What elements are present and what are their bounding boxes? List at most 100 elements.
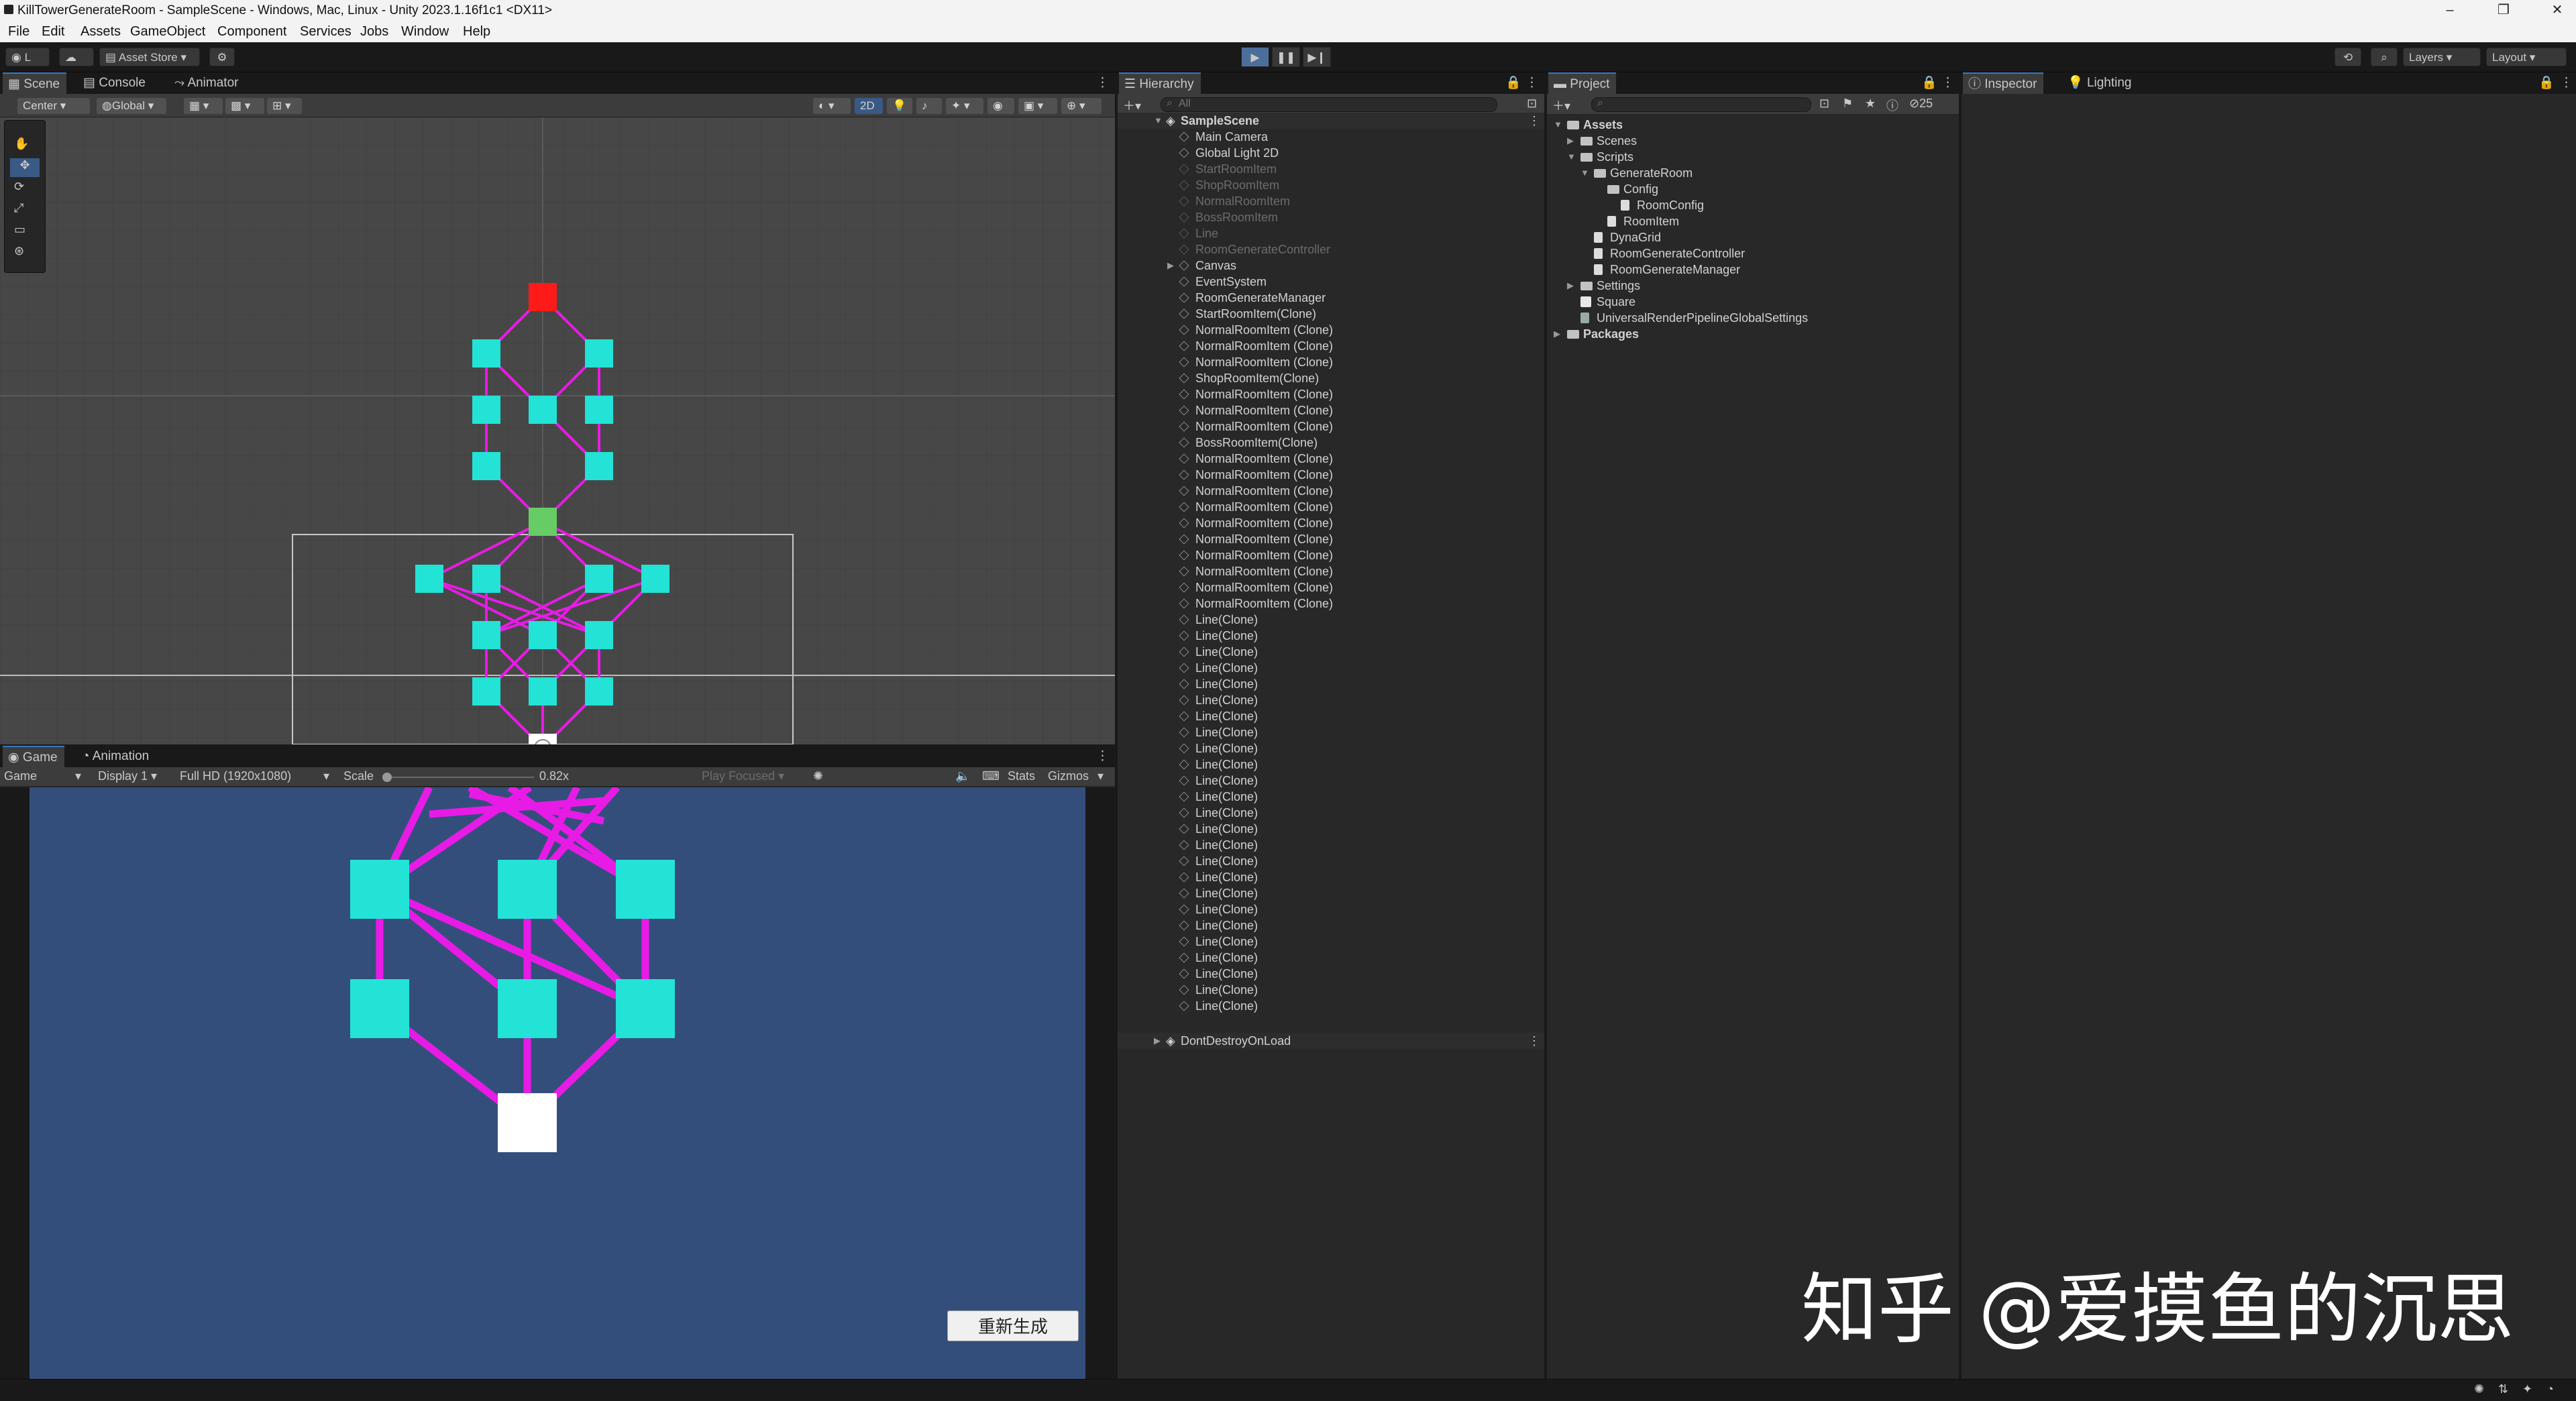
- resolution-dropdown[interactable]: Full HD (1920x1080): [180, 769, 291, 783]
- room-normal[interactable]: [472, 339, 500, 368]
- hierarchy-item[interactable]: NormalRoomItem (Clone): [1118, 338, 1544, 354]
- search-by-type-icon[interactable]: ⊡: [1819, 97, 1829, 111]
- audio-toggle[interactable]: ♪: [916, 98, 942, 114]
- hierarchy-item[interactable]: Line(Clone): [1118, 644, 1544, 660]
- cloud-button[interactable]: ☁: [59, 48, 94, 66]
- hierarchy-item[interactable]: Line(Clone): [1118, 805, 1544, 821]
- expand-arrow-icon[interactable]: ▼: [1580, 165, 1589, 181]
- space-dropdown[interactable]: ◍Global ▾: [97, 98, 166, 114]
- hierarchy-item[interactable]: ShopRoomItem(Clone): [1118, 370, 1544, 386]
- hierarchy-item[interactable]: NormalRoomItem (Clone): [1118, 451, 1544, 467]
- project-folder-item[interactable]: ▶ Packages: [1547, 326, 1959, 342]
- camera-dropdown[interactable]: ▣ ▾: [1018, 98, 1057, 114]
- gizmos-button[interactable]: Gizmos: [1048, 769, 1089, 783]
- project-folder-item[interactable]: Config: [1547, 181, 1959, 197]
- expand-arrow-icon[interactable]: ▼: [1567, 149, 1576, 165]
- restore-icon[interactable]: ❐: [2490, 1, 2517, 19]
- grid-snap-dropdown[interactable]: ▦ ▾: [184, 98, 223, 114]
- layers-dropdown[interactable]: Layers ▾: [2403, 48, 2481, 66]
- hierarchy-item[interactable]: Line(Clone): [1118, 612, 1544, 628]
- tab-scene[interactable]: ▦ Scene: [3, 72, 67, 94]
- hierarchy-item[interactable]: Line(Clone): [1118, 982, 1544, 998]
- minimize-icon[interactable]: –: [2436, 1, 2463, 19]
- project-folder-item[interactable]: ▼ GenerateRoom: [1547, 165, 1959, 181]
- effects-dropdown[interactable]: ✦ ▾: [946, 98, 983, 114]
- project-asset-item[interactable]: DynaGrid: [1547, 229, 1959, 245]
- network-icon[interactable]: ⇅: [2498, 1382, 2508, 1396]
- hierarchy-item[interactable]: NormalRoomItem (Clone): [1118, 322, 1544, 338]
- hierarchy-item[interactable]: Line(Clone): [1118, 998, 1544, 1014]
- room-normal[interactable]: [529, 677, 557, 706]
- hierarchy-item[interactable]: NormalRoomItem (Clone): [1118, 354, 1544, 370]
- hierarchy-item[interactable]: Line(Clone): [1118, 628, 1544, 644]
- hierarchy-item[interactable]: NormalRoomItem (Clone): [1118, 596, 1544, 612]
- hierarchy-item[interactable]: ShopRoomItem: [1118, 177, 1544, 193]
- panel-menu-icon[interactable]: ⋮: [1091, 746, 1115, 767]
- menu-window[interactable]: Window: [401, 24, 449, 40]
- room-normal[interactable]: [415, 565, 443, 593]
- scene-menu-icon[interactable]: ⋮: [1528, 1033, 1540, 1049]
- room-normal[interactable]: [585, 396, 613, 424]
- tab-game[interactable]: ◉ Game: [3, 746, 64, 767]
- menu-assets[interactable]: Assets: [80, 24, 121, 40]
- services-button[interactable]: ⚙: [209, 48, 235, 66]
- menu-edit[interactable]: Edit: [42, 24, 64, 40]
- menu-gameobject[interactable]: GameObject: [130, 24, 205, 40]
- room-normal[interactable]: [498, 979, 557, 1038]
- hierarchy-item[interactable]: Line(Clone): [1118, 692, 1544, 708]
- hierarchy-item[interactable]: EventSystem: [1118, 274, 1544, 290]
- hierarchy-item[interactable]: NormalRoomItem (Clone): [1118, 418, 1544, 435]
- expand-arrow-icon[interactable]: ▼: [1154, 113, 1163, 129]
- bug-icon[interactable]: ✺: [813, 769, 823, 783]
- scale-slider[interactable]: [386, 777, 534, 778]
- hierarchy-item[interactable]: NormalRoomItem (Clone): [1118, 467, 1544, 483]
- step-button[interactable]: ▶❙: [1303, 47, 1331, 67]
- menu-jobs[interactable]: Jobs: [360, 24, 388, 40]
- toggle-2d-button[interactable]: 2D: [855, 98, 883, 114]
- lighting-toggle[interactable]: 💡: [887, 98, 912, 114]
- stats-button[interactable]: Stats: [1008, 769, 1035, 783]
- game-mode-dropdown[interactable]: Game: [4, 769, 37, 783]
- move-tool-icon[interactable]: ✥: [10, 158, 40, 177]
- regenerate-button[interactable]: 重新生成: [947, 1310, 1079, 1341]
- tab-animation[interactable]: ◔ Animation: [76, 746, 156, 767]
- tab-hierarchy[interactable]: ☰ Hierarchy: [1119, 72, 1201, 94]
- hierarchy-item[interactable]: StartRoomItem: [1118, 161, 1544, 177]
- hierarchy-item[interactable]: NormalRoomItem (Clone): [1118, 402, 1544, 418]
- hierarchy-item[interactable]: Line(Clone): [1118, 885, 1544, 901]
- panel-menu-icon[interactable]: ⋮: [1520, 72, 1544, 94]
- room-normal[interactable]: [585, 565, 613, 593]
- room-normal[interactable]: [585, 339, 613, 368]
- hierarchy-item[interactable]: RoomGenerateController: [1118, 241, 1544, 258]
- mute-audio-icon[interactable]: 🔈: [955, 769, 970, 783]
- asset-store-button[interactable]: ▤ Asset Store ▾: [99, 48, 200, 66]
- room-normal[interactable]: [472, 677, 500, 706]
- hierarchy-item[interactable]: NormalRoomItem (Clone): [1118, 483, 1544, 499]
- hierarchy-item[interactable]: Line(Clone): [1118, 853, 1544, 869]
- project-asset-item[interactable]: RoomGenerateManager: [1547, 262, 1959, 278]
- scene-menu-icon[interactable]: ⋮: [1528, 113, 1540, 129]
- pause-button[interactable]: ❚❚: [1272, 47, 1300, 67]
- debug-icon[interactable]: ✺: [2474, 1382, 2484, 1396]
- scale-slider-handle[interactable]: [382, 773, 392, 782]
- hierarchy-item[interactable]: Line(Clone): [1118, 724, 1544, 740]
- expand-arrow-icon[interactable]: ▶: [1554, 326, 1560, 342]
- room-normal[interactable]: [472, 565, 500, 593]
- hierarchy-item[interactable]: Line(Clone): [1118, 934, 1544, 950]
- hierarchy-item[interactable]: RoomGenerateManager: [1118, 290, 1544, 306]
- menu-help[interactable]: Help: [463, 24, 490, 40]
- room-boss[interactable]: [529, 283, 557, 311]
- project-folder-item[interactable]: ▶ Settings: [1547, 278, 1959, 294]
- hierarchy-item[interactable]: NormalRoomItem (Clone): [1118, 563, 1544, 579]
- project-asset-item[interactable]: RoomItem: [1547, 213, 1959, 229]
- menu-component[interactable]: Component: [217, 24, 286, 40]
- expand-arrow-icon[interactable]: ▼: [1554, 117, 1562, 133]
- hierarchy-item[interactable]: NormalRoomItem (Clone): [1118, 499, 1544, 515]
- undo-history-button[interactable]: ⟲: [2334, 48, 2361, 66]
- create-dropdown[interactable]: ＋▾: [1552, 97, 1570, 114]
- close-icon[interactable]: ✕: [2544, 1, 2571, 19]
- progress-icon[interactable]: ◔: [2546, 1382, 2554, 1396]
- draw-mode-dropdown[interactable]: ◐ ▾: [813, 98, 851, 114]
- room-normal[interactable]: [498, 860, 557, 919]
- room-start[interactable]: [498, 1093, 557, 1152]
